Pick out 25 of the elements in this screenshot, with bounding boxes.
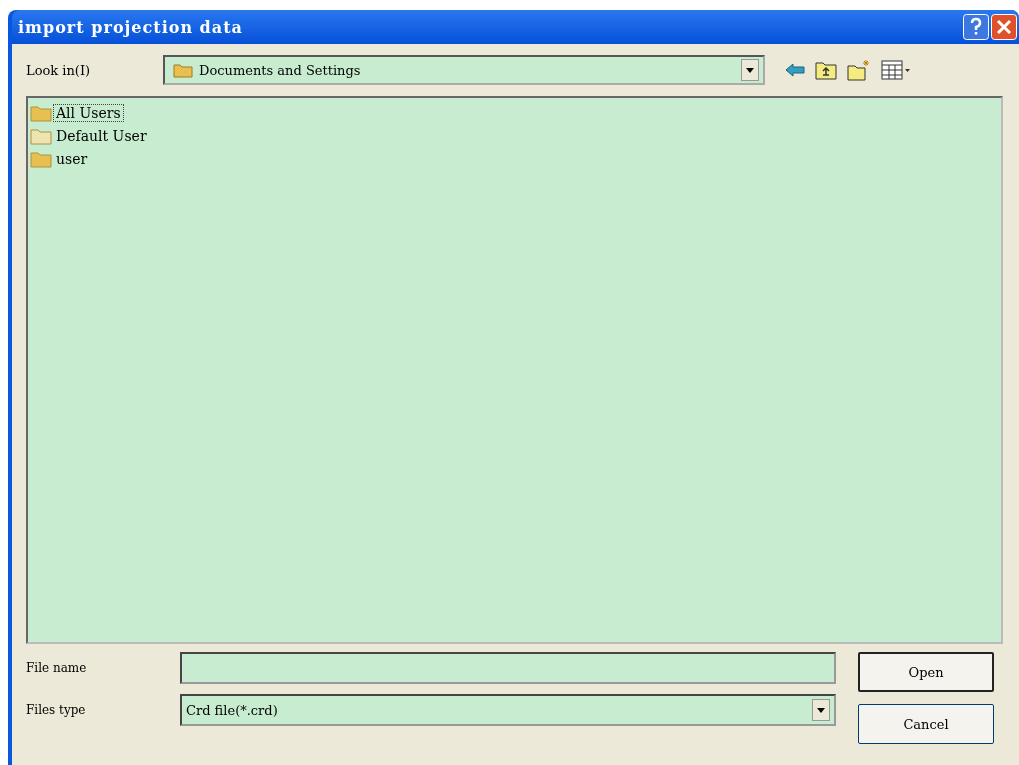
open-button[interactable]: Open [858, 652, 994, 692]
new-folder-icon[interactable] [847, 59, 871, 81]
caret-icon[interactable] [812, 699, 830, 721]
files-type-dropdown[interactable]: Crd file(*.crd) [180, 694, 836, 726]
back-arrow-icon[interactable] [785, 63, 805, 77]
up-folder-icon[interactable] [815, 60, 837, 80]
look-in-dropdown[interactable]: Documents and Settings [163, 55, 765, 85]
help-icon[interactable] [963, 14, 989, 40]
file-name-label: File name [26, 661, 88, 675]
folder-icon [30, 104, 52, 122]
cancel-button[interactable]: Cancel [858, 704, 994, 744]
view-menu-icon[interactable] [881, 60, 911, 80]
window-title: import projection data [18, 17, 243, 37]
look-in-value: Documents and Settings [199, 62, 361, 78]
files-type-label: Files type [26, 703, 87, 717]
folder-icon [30, 127, 52, 145]
caret-icon[interactable] [741, 59, 759, 81]
folder-name[interactable]: Default User [53, 127, 150, 145]
folder-name[interactable]: user [53, 150, 91, 168]
folder-name[interactable]: All Users [53, 104, 124, 122]
file-name-field[interactable] [180, 652, 836, 684]
close-icon[interactable] [991, 14, 1017, 40]
look-in-label: Look in(I) [26, 62, 92, 78]
folder-icon [30, 150, 52, 168]
folder-icon [173, 62, 193, 78]
